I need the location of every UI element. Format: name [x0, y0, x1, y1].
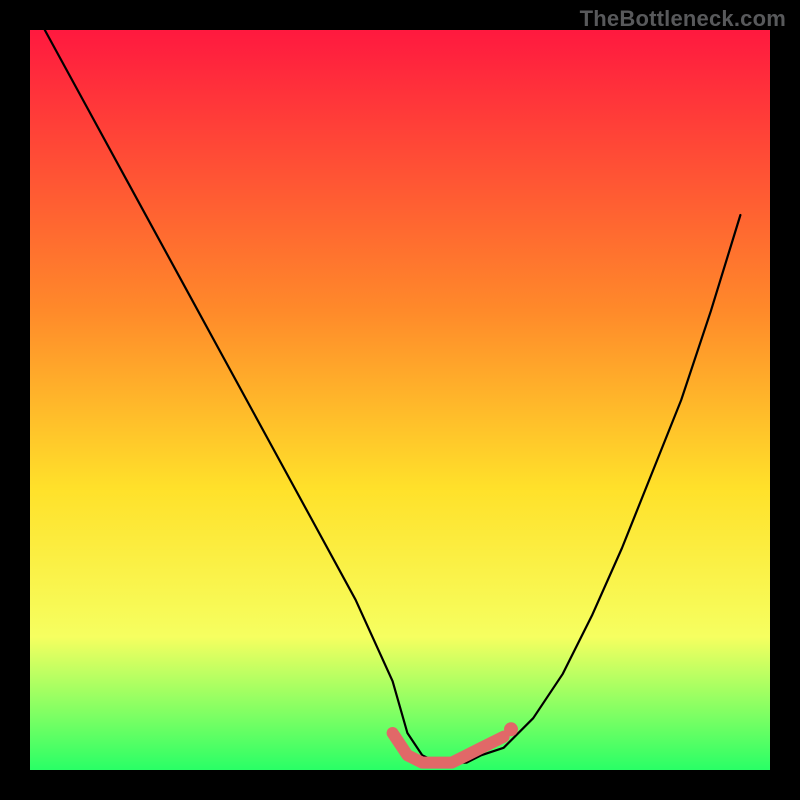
plot-background — [30, 30, 770, 770]
watermark-text: TheBottleneck.com — [580, 6, 786, 32]
bottleneck-plot — [0, 0, 800, 800]
chart-stage: TheBottleneck.com — [0, 0, 800, 800]
marker-dot — [504, 722, 518, 736]
